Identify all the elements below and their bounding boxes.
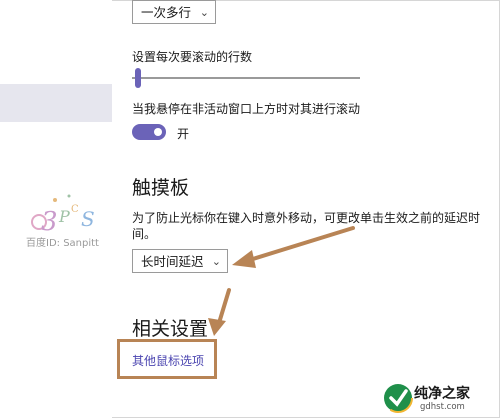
brand-name: 纯净之家 xyxy=(414,386,470,402)
arrow-to-delay-dropdown xyxy=(232,226,355,268)
brand-url: gdhst.com xyxy=(420,402,465,412)
arrow-to-related-link xyxy=(208,288,231,336)
annotation-arrows xyxy=(208,226,355,336)
